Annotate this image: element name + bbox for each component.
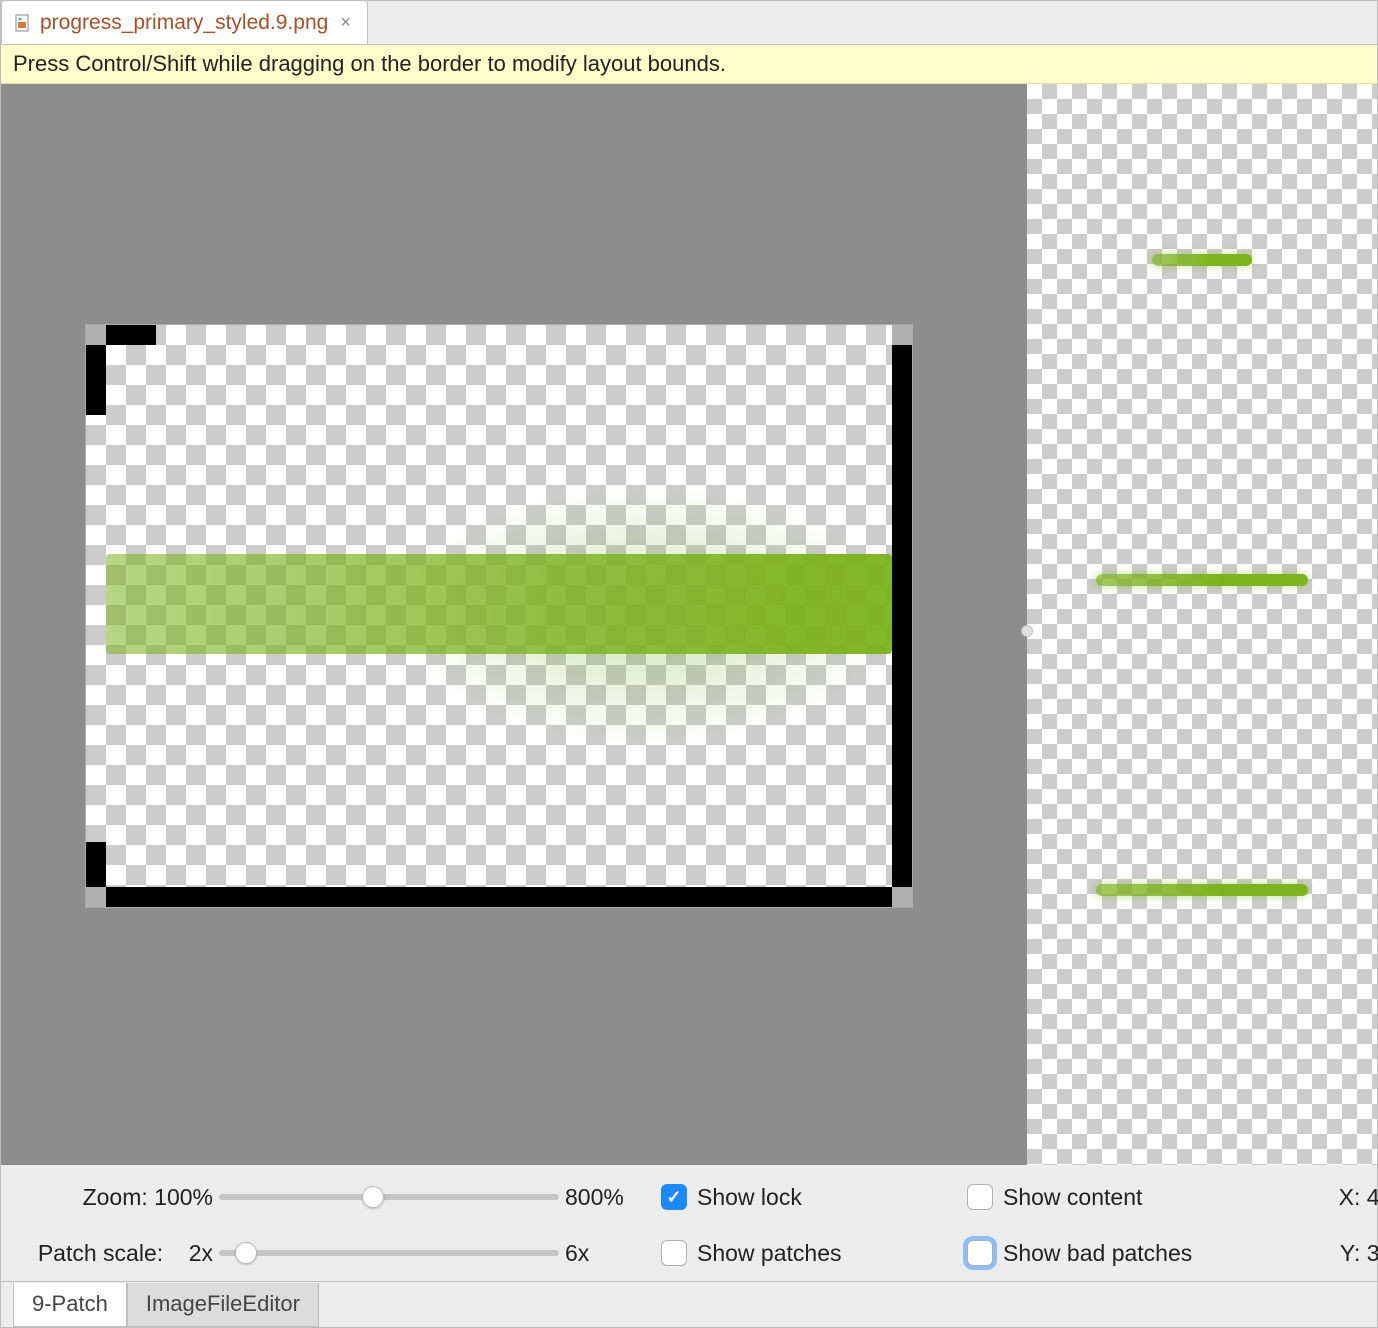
checkbox-label: Show patches: [697, 1240, 841, 1267]
corner-pixel: [86, 887, 106, 907]
checkbox-label: Show bad patches: [1003, 1240, 1192, 1267]
show-lock-checkbox[interactable]: ✓ Show lock: [661, 1184, 961, 1211]
scale-max: 6x: [565, 1240, 655, 1267]
preview-pane: [1027, 84, 1377, 1165]
controls-panel: Zoom: 100% 800% ✓ Show lock Show content…: [1, 1165, 1377, 1281]
close-icon[interactable]: ×: [336, 12, 355, 33]
image-content-bar: [106, 554, 892, 654]
corner-pixel: [892, 325, 912, 345]
preview-sample: [1152, 254, 1252, 266]
content-marker-bottom[interactable]: [106, 887, 892, 907]
tab-9-patch[interactable]: 9-Patch: [13, 1283, 127, 1327]
preview-background: [1027, 84, 1377, 1165]
cursor-x: X: 45 px: [1339, 1184, 1378, 1211]
checkbox-icon: [967, 1184, 993, 1210]
corner-pixel: [86, 325, 106, 345]
bottom-tab-bar: 9-Patch ImageFileEditor: [1, 1281, 1377, 1327]
corner-pixel: [892, 887, 912, 907]
show-patches-checkbox[interactable]: Show patches: [661, 1240, 961, 1267]
checkbox-label: Show content: [1003, 1184, 1142, 1211]
editor-canvas[interactable]: [1, 84, 1027, 1165]
checkbox-icon: [661, 1240, 687, 1266]
patch-scale-slider[interactable]: [219, 1250, 559, 1256]
hint-bar: Press Control/Shift while dragging on th…: [1, 45, 1377, 84]
file-tab-name: progress_primary_styled.9.png: [40, 11, 328, 35]
scale-label: Patch scale: 2x: [38, 1240, 213, 1267]
workspace: [1, 84, 1377, 1165]
app-root: progress_primary_styled.9.png × Press Co…: [0, 0, 1378, 1328]
checkbox-icon: [967, 1240, 993, 1266]
file-tab-bar: progress_primary_styled.9.png ×: [1, 1, 1377, 45]
preview-sample: [1096, 574, 1308, 586]
stretch-marker-left[interactable]: [86, 345, 106, 415]
file-tab[interactable]: progress_primary_styled.9.png ×: [1, 0, 368, 44]
image-file-icon: [14, 14, 32, 32]
zoom-slider[interactable]: [219, 1194, 559, 1200]
preview-sample: [1096, 884, 1308, 896]
checkbox-label: Show lock: [697, 1184, 802, 1211]
stretch-marker-left[interactable]: [86, 842, 106, 887]
cursor-y: Y: 33 px: [1340, 1240, 1378, 1267]
splitter-handle[interactable]: [1021, 625, 1033, 637]
zoom-label: Zoom: 100%: [83, 1184, 213, 1211]
checkbox-icon: ✓: [661, 1184, 687, 1210]
nine-patch-image[interactable]: [85, 324, 913, 908]
show-content-checkbox[interactable]: Show content: [967, 1184, 1257, 1211]
stretch-marker-top[interactable]: [106, 325, 156, 345]
tab-image-file-editor[interactable]: ImageFileEditor: [127, 1283, 319, 1327]
show-bad-patches-checkbox[interactable]: Show bad patches: [967, 1240, 1257, 1267]
zoom-max: 800%: [565, 1184, 655, 1211]
